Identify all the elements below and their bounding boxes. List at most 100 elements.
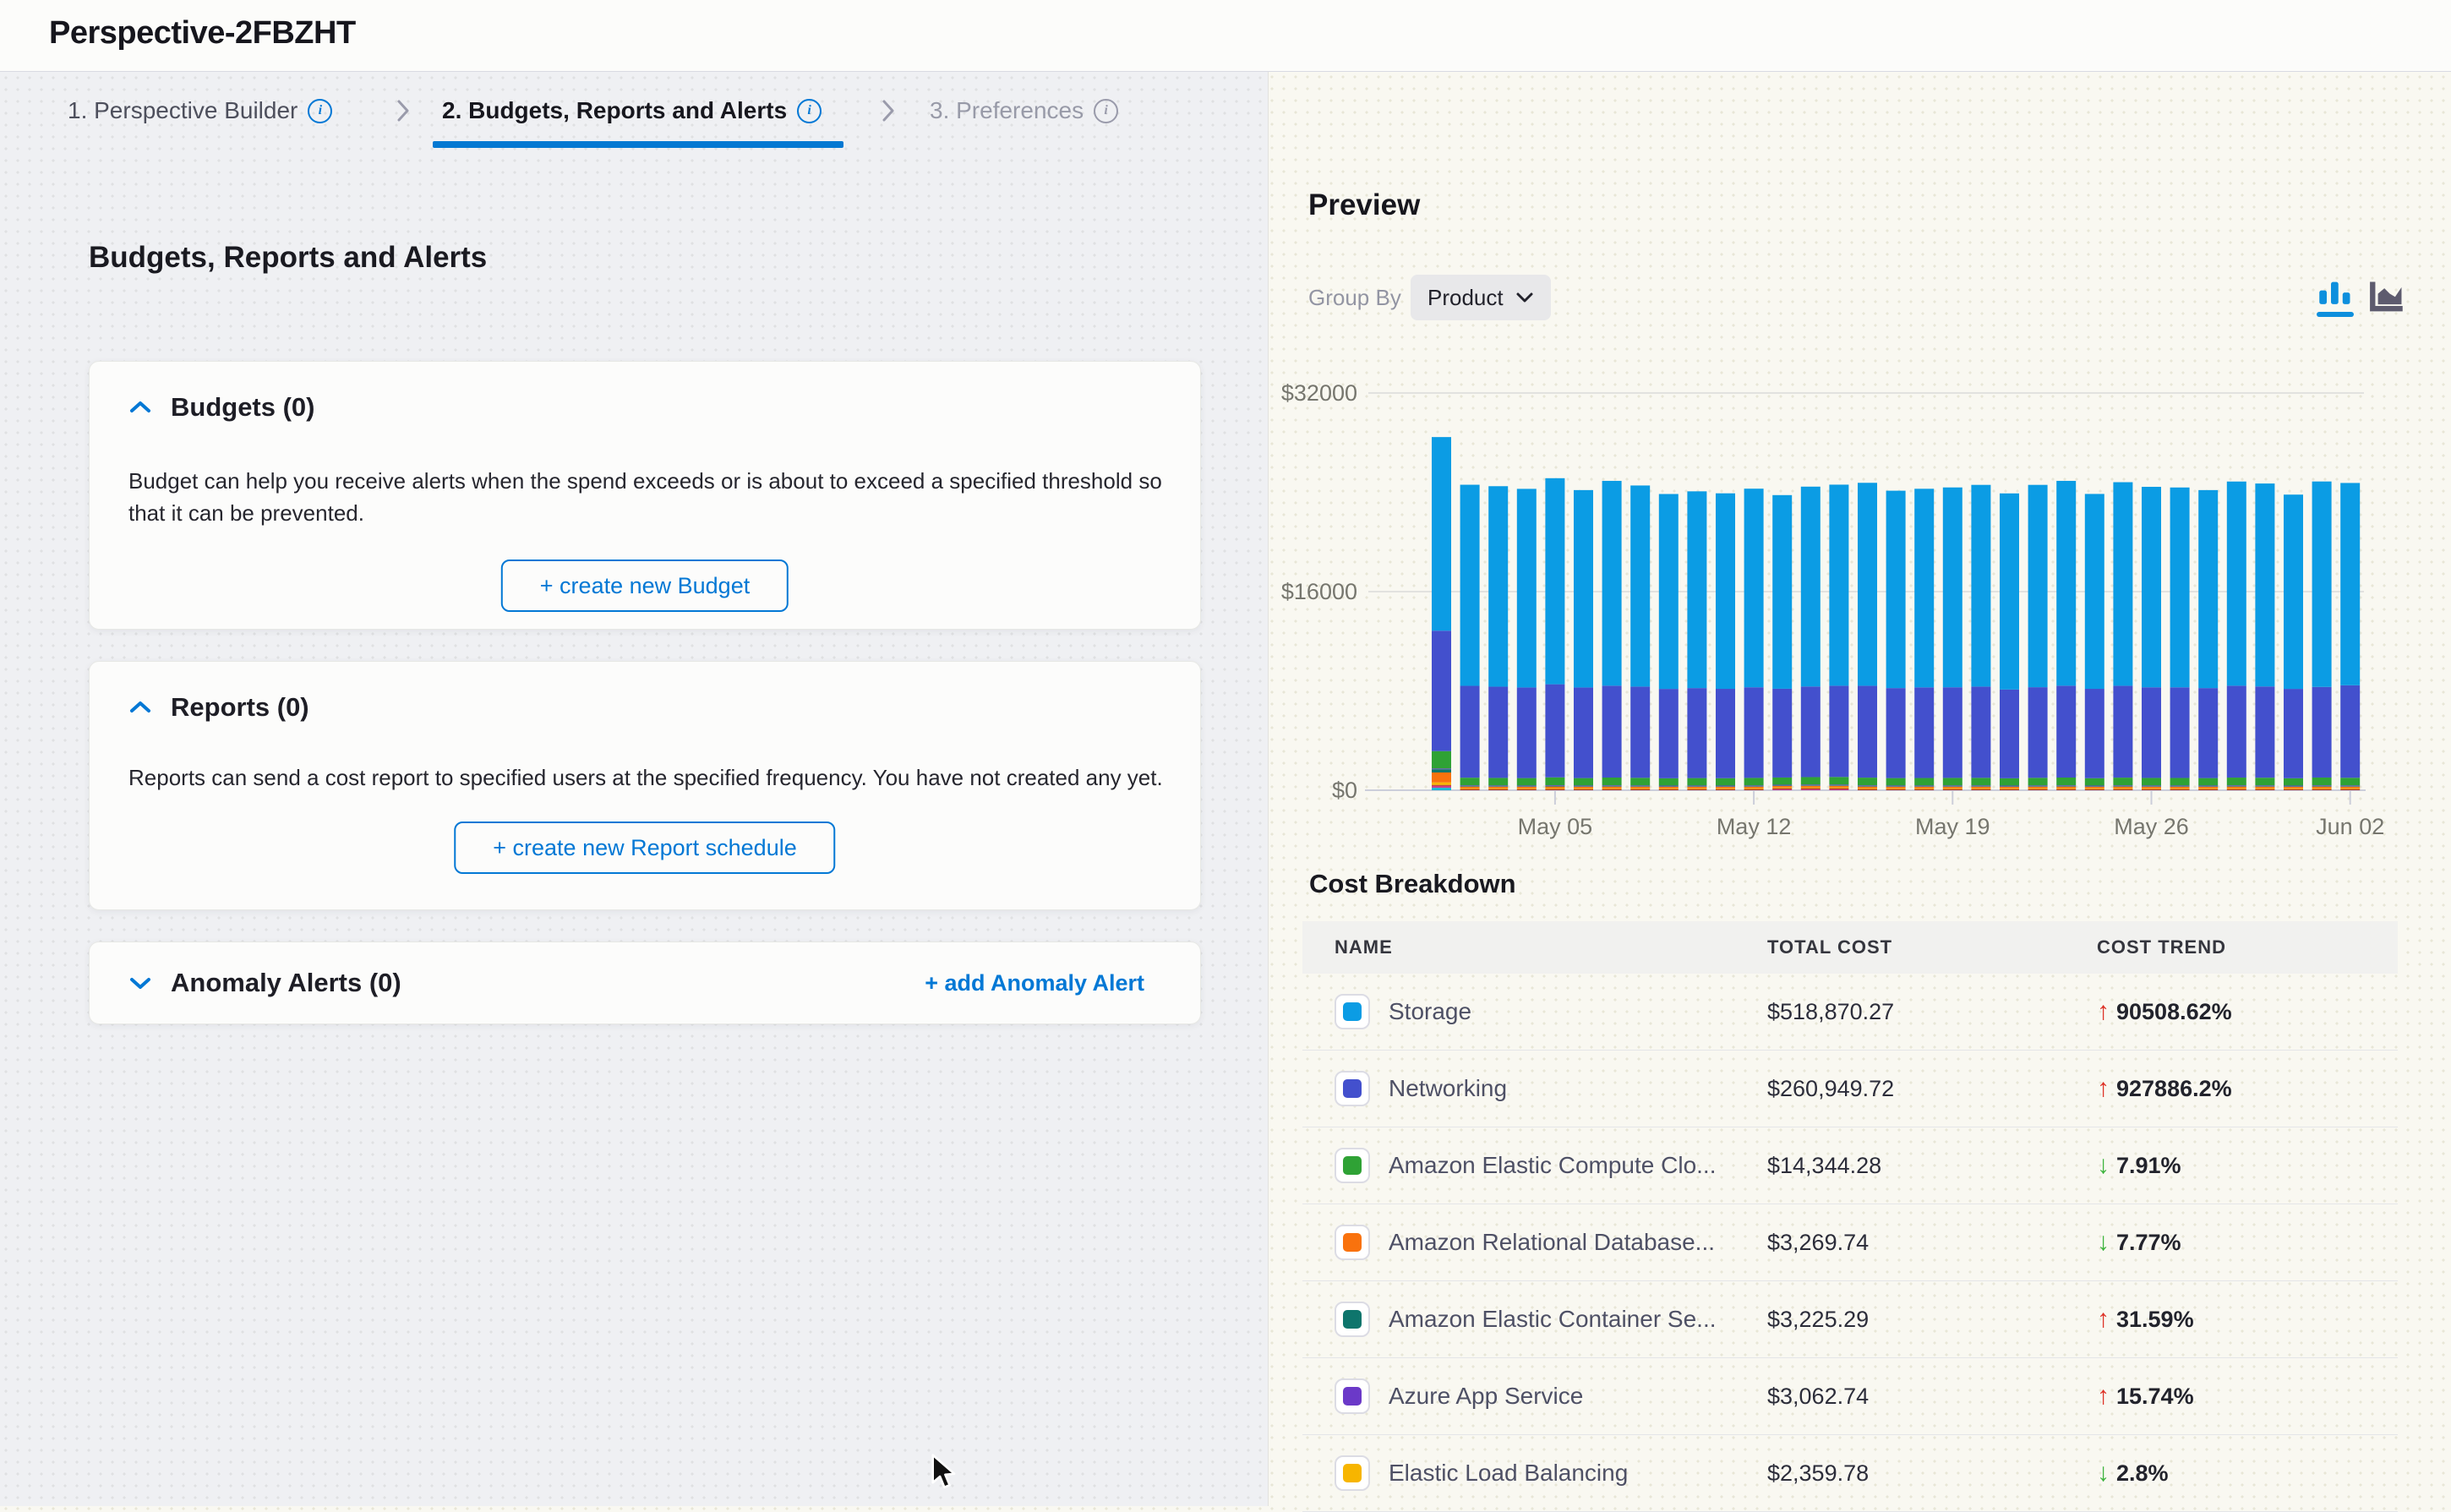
bar-segment[interactable] bbox=[1801, 487, 1821, 686]
bar-segment[interactable] bbox=[2340, 786, 2360, 787]
bar-segment[interactable] bbox=[2085, 494, 2104, 689]
bar-segment[interactable] bbox=[1488, 787, 1508, 789]
tab-budgets-reports-alerts[interactable]: 2. Budgets, Reports and Alerts i bbox=[442, 72, 822, 150]
bar-segment[interactable] bbox=[1602, 785, 1622, 786]
product-name[interactable]: Storage bbox=[1389, 998, 1471, 1025]
bar-segment[interactable] bbox=[1829, 685, 1848, 777]
bar-segment[interactable] bbox=[1914, 787, 1934, 789]
bar-segment[interactable] bbox=[1829, 784, 1848, 785]
bar-segment[interactable] bbox=[2255, 787, 2274, 789]
bar-segment[interactable] bbox=[2255, 789, 2274, 790]
bar-segment[interactable] bbox=[2198, 787, 2218, 789]
bar-segment[interactable] bbox=[2312, 785, 2332, 786]
bar-segment[interactable] bbox=[1574, 785, 1593, 786]
bar-segment[interactable] bbox=[1545, 786, 1564, 787]
bar-segment[interactable] bbox=[2142, 687, 2161, 778]
bar-segment[interactable] bbox=[1829, 788, 1848, 789]
bar-segment[interactable] bbox=[1659, 786, 1679, 787]
bar-segment[interactable] bbox=[1801, 784, 1821, 785]
add-anomaly-alert-link[interactable]: + add Anomaly Alert bbox=[925, 970, 1144, 996]
bar-segment[interactable] bbox=[1914, 786, 1934, 787]
bar-segment[interactable] bbox=[1943, 778, 1962, 785]
bar-segment[interactable] bbox=[2227, 787, 2246, 789]
bar-segment[interactable] bbox=[1659, 786, 1679, 787]
bar-segment[interactable] bbox=[1630, 787, 1650, 789]
tab-perspective-builder[interactable]: 1. Perspective Builder i bbox=[68, 72, 332, 150]
bar-segment[interactable] bbox=[2113, 778, 2132, 785]
bar-segment[interactable] bbox=[2170, 488, 2190, 687]
bar-segment[interactable] bbox=[1801, 788, 1821, 789]
bar-segment[interactable] bbox=[2000, 786, 2019, 787]
bar-segment[interactable] bbox=[1574, 687, 1593, 778]
bar-segment[interactable] bbox=[1602, 685, 1622, 778]
bar-segment[interactable] bbox=[1630, 485, 1650, 686]
bar-segment[interactable] bbox=[1772, 785, 1792, 786]
bar-segment[interactable] bbox=[2142, 778, 2161, 785]
bar-segment[interactable] bbox=[1602, 481, 1622, 685]
bar-segment[interactable] bbox=[2028, 789, 2048, 790]
bar-segment[interactable] bbox=[2284, 689, 2303, 778]
product-name[interactable]: Networking bbox=[1389, 1075, 1507, 1102]
product-name[interactable]: Azure App Service bbox=[1389, 1383, 1583, 1410]
bar-segment[interactable] bbox=[1971, 786, 1990, 787]
cost-table-row[interactable]: Networking$260,949.72↑927886.2% bbox=[1302, 1051, 2398, 1127]
bar-segment[interactable] bbox=[1744, 687, 1764, 778]
bar-segment[interactable] bbox=[2056, 787, 2076, 789]
bar-segment[interactable] bbox=[1858, 786, 1877, 787]
chevron-up-icon[interactable] bbox=[128, 399, 152, 416]
bar-segment[interactable] bbox=[2056, 685, 2076, 778]
bar-segment[interactable] bbox=[1488, 778, 1508, 785]
bar-segment[interactable] bbox=[1517, 785, 1537, 786]
bar-segment[interactable] bbox=[1829, 786, 1848, 788]
bar-segment[interactable] bbox=[2170, 787, 2190, 789]
bar-segment[interactable] bbox=[1886, 786, 1906, 787]
bar-segment[interactable] bbox=[2000, 494, 2019, 690]
bar-segment[interactable] bbox=[1716, 689, 1735, 778]
bar-segment[interactable] bbox=[2142, 487, 2161, 687]
cost-table-row[interactable]: Storage$518,870.27↑90508.62% bbox=[1302, 974, 2398, 1051]
bar-segment[interactable] bbox=[1574, 789, 1593, 790]
bar-segment[interactable] bbox=[2198, 490, 2218, 688]
bar-segment[interactable] bbox=[1432, 769, 1451, 772]
bar-segment[interactable] bbox=[1488, 786, 1508, 787]
bar-segment[interactable] bbox=[2284, 786, 2303, 787]
bar-segment[interactable] bbox=[1943, 687, 1962, 778]
bar-segment[interactable] bbox=[1460, 485, 1480, 686]
bar-segment[interactable] bbox=[1630, 789, 1650, 790]
bar-segment[interactable] bbox=[1545, 778, 1564, 785]
bar-segment[interactable] bbox=[2284, 787, 2303, 789]
product-name[interactable]: Amazon Elastic Compute Clo... bbox=[1389, 1152, 1717, 1179]
bar-segment[interactable] bbox=[2170, 778, 2190, 785]
bar-segment[interactable] bbox=[1517, 687, 1537, 778]
create-report-schedule-button[interactable]: + create new Report schedule bbox=[454, 822, 835, 874]
bar-segment[interactable] bbox=[1488, 789, 1508, 790]
bar-segment[interactable] bbox=[2113, 483, 2132, 686]
bar-segment[interactable] bbox=[1858, 778, 1877, 785]
bar-segment[interactable] bbox=[2056, 785, 2076, 786]
bar-segment[interactable] bbox=[1744, 785, 1764, 786]
bar-segment[interactable] bbox=[2340, 483, 2360, 685]
bar-segment[interactable] bbox=[2340, 789, 2360, 790]
bar-segment[interactable] bbox=[1460, 778, 1480, 785]
bar-segment[interactable] bbox=[1630, 778, 1650, 785]
bar-segment[interactable] bbox=[1659, 778, 1679, 786]
bar-segment[interactable] bbox=[2028, 785, 2048, 786]
bar-segment[interactable] bbox=[1744, 778, 1764, 785]
bar-segment[interactable] bbox=[1744, 489, 1764, 687]
bar-segment[interactable] bbox=[1687, 688, 1706, 778]
bar-segment[interactable] bbox=[1659, 494, 1679, 690]
bar-segment[interactable] bbox=[1630, 785, 1650, 786]
budgets-section-title[interactable]: Budgets (0) bbox=[171, 392, 315, 423]
bar-segment[interactable] bbox=[2056, 778, 2076, 785]
bar-segment[interactable] bbox=[1914, 489, 1934, 687]
bar-segment[interactable] bbox=[1886, 778, 1906, 786]
bar-segment[interactable] bbox=[1517, 778, 1537, 786]
bar-segment[interactable] bbox=[1858, 483, 1877, 685]
bar-segment[interactable] bbox=[1716, 787, 1735, 789]
bar-segment[interactable] bbox=[1460, 789, 1480, 790]
bar-segment[interactable] bbox=[1971, 778, 1990, 785]
bar-segment[interactable] bbox=[1943, 789, 1962, 790]
bar-segment[interactable] bbox=[1829, 789, 1848, 790]
bar-segment[interactable] bbox=[1914, 778, 1934, 786]
bar-segment[interactable] bbox=[1829, 785, 1848, 786]
